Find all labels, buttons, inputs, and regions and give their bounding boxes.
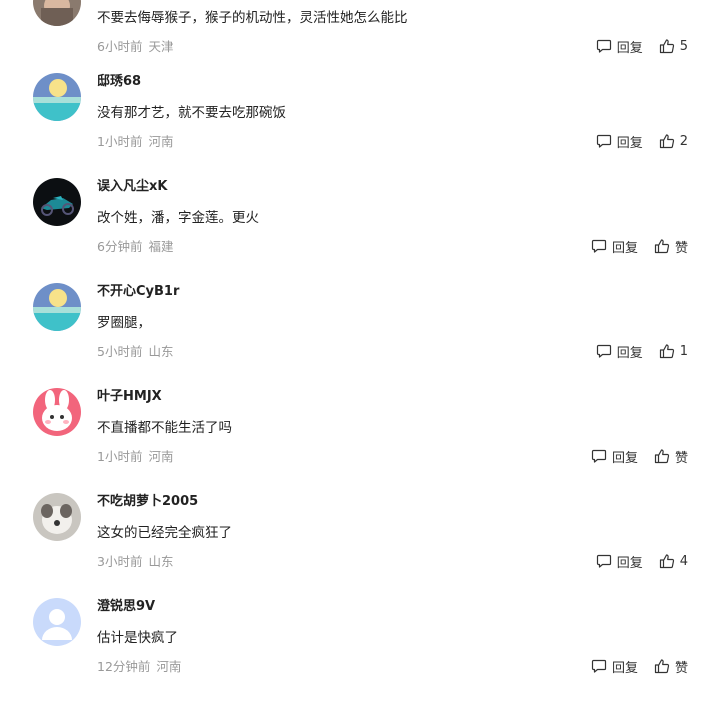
like-button[interactable]: 5	[659, 38, 688, 54]
comment-meta: 6分钟前 福建	[97, 238, 173, 256]
reply-label: 回复	[611, 660, 638, 676]
like-button[interactable]: 2	[659, 133, 688, 149]
thumbs-up-icon	[659, 344, 674, 359]
comment-text: 改个姓，潘，字金莲。更火	[97, 210, 259, 226]
user-avatar[interactable]	[33, 598, 81, 646]
reply-button[interactable]: 回复	[596, 132, 643, 151]
comment-time: 1小时前	[97, 134, 143, 149]
reply-label: 回复	[616, 135, 643, 151]
comment-time: 6分钟前	[97, 239, 143, 254]
comment-location: 天津	[148, 39, 174, 54]
reply-label: 回复	[611, 240, 638, 256]
reply-button[interactable]: 回复	[591, 657, 638, 676]
comment-actions: 回复 1	[596, 341, 688, 361]
user-avatar[interactable]	[33, 0, 81, 26]
comment-location: 山东	[148, 344, 174, 359]
comment-item: 不开心CyB1r 罗圈腿， 5小时前 山东 回复 1	[0, 283, 714, 388]
comment-time: 5小时前	[97, 344, 143, 359]
comment-text: 不要去侮辱猴子，猴子的机动性，灵活性她怎么能比	[97, 10, 408, 26]
like-button[interactable]: 赞	[654, 237, 688, 256]
comment-text: 这女的已经完全疯狂了	[97, 525, 232, 541]
reply-icon	[596, 39, 611, 53]
thumbs-up-icon	[654, 659, 670, 674]
like-count: 5	[679, 38, 688, 54]
user-avatar[interactable]	[33, 493, 81, 541]
comment-item: 误入凡尘xK 改个姓，潘，字金莲。更火 6分钟前 福建 回复 赞	[0, 178, 714, 283]
comment-item: 不要去侮辱猴子，猴子的机动性，灵活性她怎么能比 6小时前 天津 回复 5	[0, 0, 714, 83]
username[interactable]: 不开心CyB1r	[97, 283, 179, 301]
like-button[interactable]: 赞	[654, 657, 688, 676]
thumbs-up-icon	[659, 554, 674, 569]
thumbs-up-icon	[654, 239, 670, 254]
comment-time: 12分钟前	[97, 659, 151, 674]
comment-time: 1小时前	[97, 449, 143, 464]
user-avatar[interactable]	[33, 178, 81, 226]
comment-item: 邸琇68 没有那才艺，就不要去吃那碗饭 1小时前 河南 回复 2	[0, 73, 714, 178]
comment-actions: 回复 赞	[591, 656, 688, 676]
reply-label: 回复	[616, 40, 643, 56]
username[interactable]: 澄锐思9V	[97, 598, 155, 616]
reply-icon	[591, 659, 607, 673]
like-count: 1	[679, 343, 688, 359]
user-avatar[interactable]	[33, 283, 81, 331]
thumbs-up-icon	[659, 134, 674, 149]
comment-actions: 回复 赞	[591, 446, 688, 466]
reply-button[interactable]: 回复	[591, 237, 638, 256]
comment-location: 山东	[148, 554, 174, 569]
reply-button[interactable]: 回复	[596, 552, 643, 571]
user-avatar[interactable]	[33, 73, 81, 121]
comment-text: 罗圈腿，	[97, 315, 151, 331]
reply-icon	[591, 239, 607, 253]
thumbs-up-icon	[654, 449, 670, 464]
comment-meta: 3小时前 山东	[97, 553, 173, 571]
like-count: 赞	[674, 240, 688, 256]
like-button[interactable]: 1	[659, 343, 688, 359]
like-button[interactable]: 赞	[654, 447, 688, 466]
reply-label: 回复	[616, 555, 643, 571]
comment-location: 河南	[156, 659, 182, 674]
comment-item: 澄锐思9V 估计是快疯了 12分钟前 河南 回复 赞	[0, 598, 714, 703]
reply-icon	[596, 134, 611, 148]
comment-item: 不吃胡萝卜2005 这女的已经完全疯狂了 3小时前 山东 回复 4	[0, 493, 714, 598]
username[interactable]: 不吃胡萝卜2005	[97, 493, 198, 511]
comment-meta: 12分钟前 河南	[97, 658, 181, 676]
comment-meta: 6小时前 天津	[97, 38, 173, 56]
like-button[interactable]: 4	[659, 553, 688, 569]
comment-location: 河南	[148, 134, 174, 149]
reply-label: 回复	[616, 345, 643, 361]
like-count: 4	[679, 553, 688, 569]
reply-icon	[591, 449, 607, 463]
comment-actions: 回复 5	[596, 36, 688, 56]
comment-time: 6小时前	[97, 39, 143, 54]
reply-button[interactable]: 回复	[596, 37, 643, 56]
reply-label: 回复	[611, 450, 638, 466]
comment-actions: 回复 赞	[591, 236, 688, 256]
username[interactable]: 邸琇68	[97, 73, 141, 91]
like-count: 赞	[674, 450, 688, 466]
reply-button[interactable]: 回复	[591, 447, 638, 466]
comment-location: 河南	[148, 449, 174, 464]
comment-text: 估计是快疯了	[97, 630, 178, 646]
comment-meta: 5小时前 山东	[97, 343, 173, 361]
comment-actions: 回复 2	[596, 131, 688, 151]
comment-text: 不直播都不能生活了吗	[97, 420, 232, 436]
comment-item: 叶子HMJX 不直播都不能生活了吗 1小时前 河南 回复 赞	[0, 388, 714, 493]
comment-text: 没有那才艺，就不要去吃那碗饭	[97, 105, 286, 121]
username[interactable]: 叶子HMJX	[97, 388, 162, 406]
comment-actions: 回复 4	[596, 551, 688, 571]
user-avatar[interactable]	[33, 388, 81, 436]
comment-meta: 1小时前 河南	[97, 133, 173, 151]
like-count: 2	[679, 133, 688, 149]
like-count: 赞	[674, 660, 688, 676]
thumbs-up-icon	[659, 39, 674, 54]
comment-meta: 1小时前 河南	[97, 448, 173, 466]
username[interactable]: 误入凡尘xK	[97, 178, 167, 196]
reply-icon	[596, 554, 611, 568]
comment-time: 3小时前	[97, 554, 143, 569]
comment-location: 福建	[148, 239, 174, 254]
reply-button[interactable]: 回复	[596, 342, 643, 361]
reply-icon	[596, 344, 611, 358]
